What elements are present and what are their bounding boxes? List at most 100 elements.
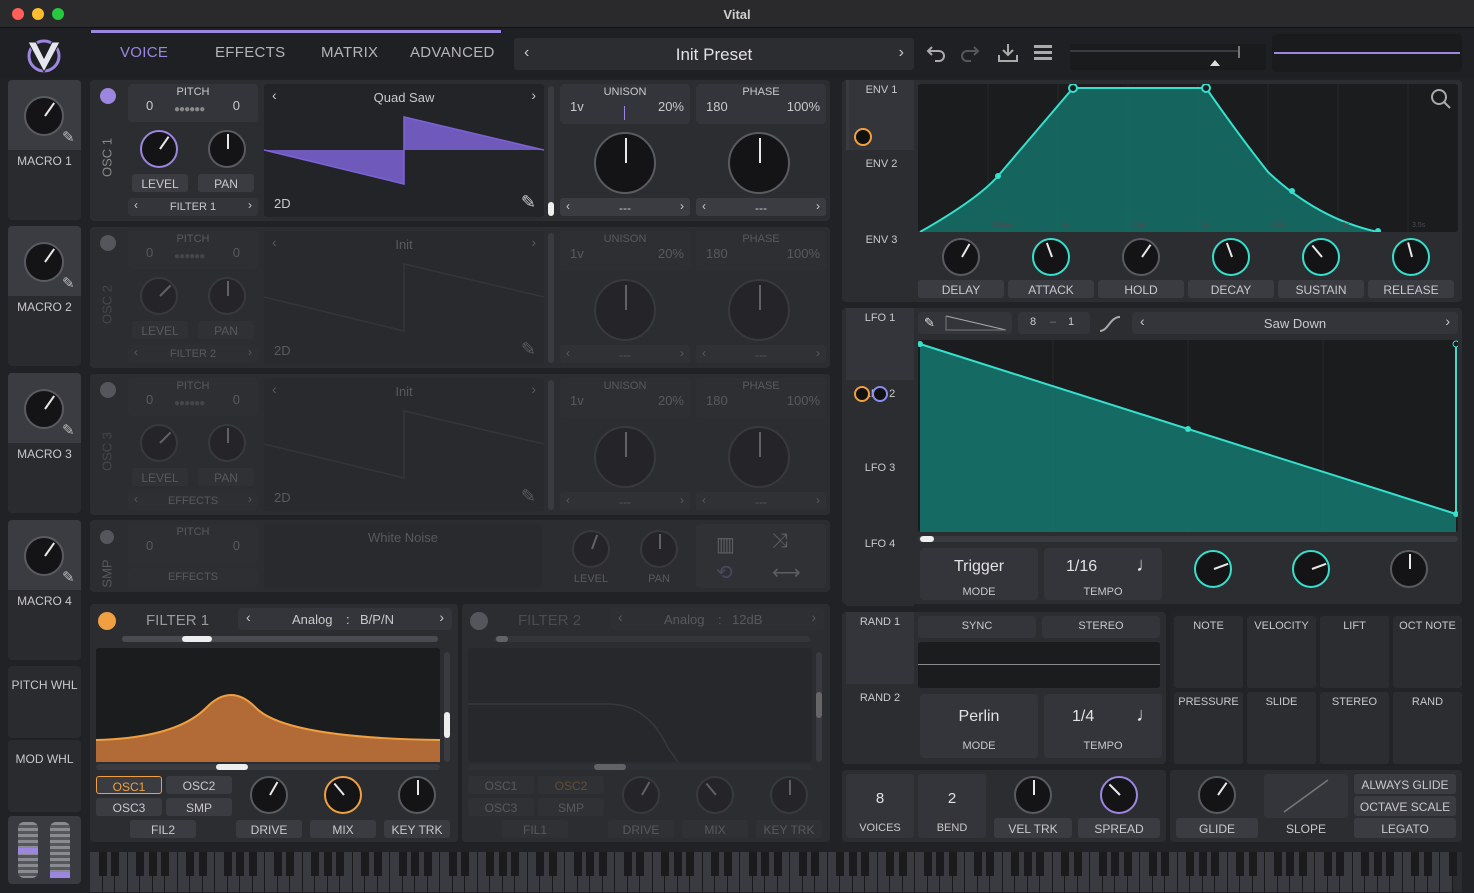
osc-2-level-knob[interactable] xyxy=(140,277,178,315)
osc-2-destination[interactable]: ‹ FILTER 2 › xyxy=(128,345,258,363)
piano-key-black[interactable] xyxy=(811,852,819,876)
macro-3-knob[interactable] xyxy=(24,389,64,429)
osc-2-pitch[interactable]: PITCH 0 0 ●●●●●● xyxy=(128,231,258,269)
tab-voice[interactable]: VOICE xyxy=(120,44,168,61)
env-tab-3[interactable]: ENV 3 xyxy=(846,230,914,300)
osc-3-power-toggle[interactable] xyxy=(100,382,116,398)
unison-mode-selector[interactable]: ‹ --- › xyxy=(560,492,690,510)
piano-key-black[interactable] xyxy=(711,852,719,876)
note-icon[interactable]: ♩ xyxy=(1136,554,1156,577)
piano-key-black[interactable] xyxy=(161,852,169,876)
env-decay-knob[interactable] xyxy=(1212,238,1250,276)
osc-3-level-knob[interactable] xyxy=(140,424,178,462)
piano-key-black[interactable] xyxy=(198,852,207,876)
piano-key-black[interactable] xyxy=(111,852,119,876)
filter-2-source-smp[interactable]: SMP xyxy=(538,798,604,816)
osc-3-unison[interactable]: UNISON 1v 20% xyxy=(560,378,690,418)
piano-key-black[interactable] xyxy=(398,852,407,876)
prev-icon[interactable]: ‹ xyxy=(702,346,706,360)
lfo-tempo-selector[interactable]: 1/16 ♩ TEMPO xyxy=(1044,548,1162,600)
smooth-curve-icon[interactable] xyxy=(1098,314,1122,334)
lfo-smooth-knob[interactable] xyxy=(1194,550,1232,588)
prev-icon[interactable]: ‹ xyxy=(566,199,570,213)
redo-icon[interactable] xyxy=(960,43,980,63)
filter-2-cutoff-slider[interactable] xyxy=(468,764,812,770)
envelope-graph[interactable]: 500ms 1s 1.5s 2s 2.5s 3s 3.5s xyxy=(918,84,1458,232)
next-filter-icon[interactable]: › xyxy=(811,609,816,625)
wave-frame-slider[interactable] xyxy=(548,86,554,216)
filter-1-resonance-slider[interactable] xyxy=(444,652,450,762)
piano-key-black[interactable] xyxy=(248,852,257,876)
piano-key-black[interactable] xyxy=(898,852,907,876)
osc-1-power-toggle[interactable] xyxy=(100,88,116,104)
piano-key-black[interactable] xyxy=(511,852,519,876)
env-tab-2[interactable]: ENV 2 xyxy=(846,154,914,224)
filter-1-type-selector[interactable]: ‹ Analog : B/P/N › xyxy=(238,608,452,630)
wheels-widget[interactable] xyxy=(8,816,81,884)
next-icon[interactable]: › xyxy=(680,199,684,213)
env-sustain-knob[interactable] xyxy=(1302,238,1340,276)
piano-key-black[interactable] xyxy=(573,852,582,876)
piano-key-black[interactable] xyxy=(1011,852,1019,876)
mod-source-oct-note[interactable]: OCT NOTE xyxy=(1393,616,1462,688)
vel-trk-knob[interactable] xyxy=(1014,776,1052,814)
piano-key-black[interactable] xyxy=(1111,852,1119,876)
mod-source-stereo[interactable]: STEREO xyxy=(1320,692,1389,764)
sample-display[interactable]: White Noise xyxy=(264,524,542,588)
unison-mode-selector[interactable]: ‹ --- › xyxy=(560,198,690,216)
next-dest-icon[interactable]: › xyxy=(248,345,252,359)
piano-key-black[interactable] xyxy=(411,852,419,876)
prev-icon[interactable]: ‹ xyxy=(702,493,706,507)
tab-matrix[interactable]: MATRIX xyxy=(321,44,378,61)
filter-2-source-fil[interactable]: FIL1 xyxy=(502,820,568,838)
phase-mode-selector[interactable]: ‹ --- › xyxy=(696,345,826,363)
lfo-phase-scrollbar[interactable] xyxy=(918,536,1458,542)
filter-2-drive-knob[interactable] xyxy=(622,776,660,814)
wave-frame-slider[interactable] xyxy=(548,233,554,363)
filter-1-power-toggle[interactable] xyxy=(98,612,116,630)
edit-wavetable-icon[interactable]: ✎ xyxy=(521,486,536,507)
piano-key-black[interactable] xyxy=(836,852,844,876)
filter-1-drive-knob[interactable] xyxy=(250,776,288,814)
lfo-frequency[interactable]: 8 – 1 xyxy=(1018,312,1090,334)
macro-1-knob[interactable] xyxy=(24,96,64,136)
piano-key-black[interactable] xyxy=(536,852,544,876)
piano-key-black[interactable] xyxy=(1211,852,1219,876)
filter-2-blend-slider[interactable] xyxy=(494,636,810,642)
piano-key-black[interactable] xyxy=(1123,852,1132,876)
piano-key-black[interactable] xyxy=(923,852,932,876)
piano-key-black[interactable] xyxy=(936,852,944,876)
filter-2-resonance-slider[interactable] xyxy=(816,652,822,762)
env-release-knob[interactable] xyxy=(1392,238,1430,276)
unison-mode-selector[interactable]: ‹ --- › xyxy=(560,345,690,363)
next-filter-icon[interactable]: › xyxy=(439,609,444,625)
piano-key-black[interactable] xyxy=(548,852,557,876)
osc-1-destination[interactable]: ‹ FILTER 1 › xyxy=(128,198,258,216)
filter-2-source-osc1[interactable]: OSC1 xyxy=(468,776,534,794)
piano-key-black[interactable] xyxy=(886,852,894,876)
keytrack-icon[interactable]: ▥ xyxy=(716,532,735,557)
piano-key-black[interactable] xyxy=(848,852,857,876)
filter-1-key-trk-knob[interactable] xyxy=(398,776,436,814)
piano-key-black[interactable] xyxy=(273,852,282,876)
wave-frame-slider[interactable] xyxy=(548,380,554,510)
next-icon[interactable]: › xyxy=(816,493,820,507)
piano-key-black[interactable] xyxy=(1073,852,1082,876)
osc-2-wavetable-display[interactable]: ‹ Init › 2D ✎ xyxy=(264,231,544,364)
piano-key-black[interactable] xyxy=(586,852,594,876)
osc-2-unison-detune-knob[interactable] xyxy=(594,279,656,341)
piano-key-black[interactable] xyxy=(336,852,344,876)
paint-brush-icon[interactable]: ✎ xyxy=(924,315,935,331)
mod-source-rand[interactable]: RAND xyxy=(1393,692,1462,764)
macro-edit-icon[interactable]: ✎ xyxy=(62,568,75,586)
filter-2-key-trk-knob[interactable] xyxy=(770,776,808,814)
lfo-paint-mode[interactable]: ✎ xyxy=(918,312,1012,334)
piano-key-black[interactable] xyxy=(1148,852,1157,876)
piano-key-black[interactable] xyxy=(148,852,157,876)
vital-logo-icon[interactable] xyxy=(24,36,64,76)
piano-key-black[interactable] xyxy=(1361,852,1369,876)
piano-key-black[interactable] xyxy=(311,852,319,876)
osc-3-wavetable-display[interactable]: ‹ Init › 2D ✎ xyxy=(264,378,544,511)
osc-2-phase[interactable]: PHASE 180 100% xyxy=(696,231,826,271)
osc-1-pan-knob[interactable] xyxy=(208,130,246,168)
